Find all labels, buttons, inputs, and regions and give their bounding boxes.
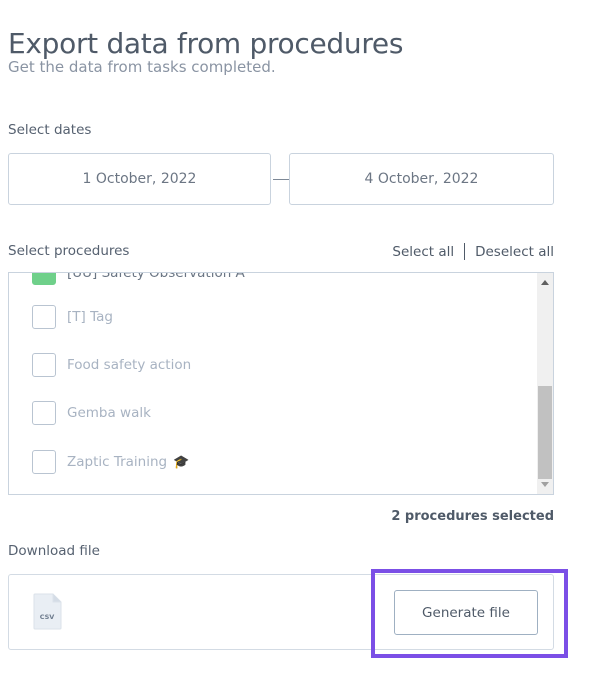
date-range-connector — [273, 179, 289, 180]
procedure-list[interactable]: [UU] Safety Observation A [T] Tag Food s… — [8, 272, 554, 495]
graduation-cap-icon: 🎓 — [173, 454, 190, 470]
procedure-item[interactable]: Zaptic Training 🎓 — [32, 449, 189, 475]
procedure-item[interactable]: Food safety action — [32, 352, 191, 378]
procedure-checkbox[interactable] — [32, 305, 56, 329]
start-date-field[interactable]: 1 October, 2022 — [8, 153, 271, 205]
procedure-label: [T] Tag — [67, 309, 113, 325]
procedure-label: Gemba walk — [67, 405, 151, 421]
procedure-list-scrollbar[interactable] — [537, 273, 553, 494]
selected-count: 2 procedures selected — [391, 509, 554, 524]
page-title: Export data from procedures — [8, 26, 404, 60]
generate-file-button[interactable]: Generate file — [394, 590, 538, 635]
csv-file-type: CSV — [40, 613, 55, 621]
procedure-label: Food safety action — [67, 357, 192, 373]
scrollbar-thumb[interactable] — [538, 386, 552, 479]
selection-links: Select all Deselect all — [392, 243, 554, 260]
procedure-item[interactable]: Gemba walk — [32, 400, 151, 426]
dates-label: Select dates — [8, 122, 92, 138]
procedure-checkbox[interactable] — [32, 401, 56, 425]
scroll-up-icon[interactable] — [541, 280, 549, 285]
page-subtitle: Get the data from tasks completed. — [8, 58, 276, 76]
procedure-checkbox[interactable] — [32, 353, 56, 377]
procedure-checkbox[interactable] — [32, 273, 56, 285]
procedures-label: Select procedures — [8, 243, 130, 259]
procedure-item[interactable]: [T] Tag — [32, 304, 113, 330]
end-date-field[interactable]: 4 October, 2022 — [289, 153, 554, 205]
scroll-down-icon[interactable] — [541, 482, 549, 487]
deselect-all-link[interactable]: Deselect all — [475, 244, 554, 260]
procedure-label: [UU] Safety Observation A — [67, 272, 245, 281]
procedure-label: Zaptic Training — [67, 454, 168, 470]
download-label: Download file — [8, 543, 100, 559]
selection-divider — [464, 243, 466, 260]
select-all-link[interactable]: Select all — [392, 244, 454, 260]
procedure-checkbox[interactable] — [32, 450, 56, 474]
csv-file-icon: CSV — [33, 593, 62, 630]
procedure-item[interactable]: [UU] Safety Observation A — [32, 272, 245, 286]
